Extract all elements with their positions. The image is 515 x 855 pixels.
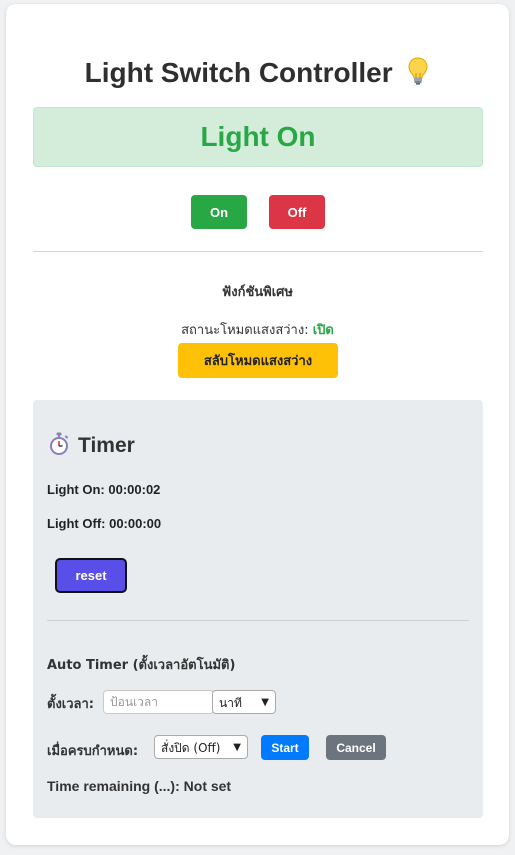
due-action-value: สั่งปิด (Off) xyxy=(161,741,221,755)
chevron-down-icon: ▼ xyxy=(261,697,269,708)
divider xyxy=(47,620,469,621)
light-mode-status: สถานะโหมดแสงสว่าง: เปิด xyxy=(6,319,509,340)
light-mode-label: สถานะโหมดแสงสว่าง: xyxy=(181,323,313,338)
light-mode-value: เปิด xyxy=(312,323,334,338)
stopwatch-icon xyxy=(50,432,69,455)
start-button[interactable]: Start xyxy=(261,735,309,760)
divider xyxy=(33,251,483,252)
chevron-down-icon: ▼ xyxy=(233,742,241,753)
off-button[interactable]: Off xyxy=(269,195,325,229)
reset-button[interactable]: reset xyxy=(55,558,127,593)
toggle-light-mode-button[interactable]: สลับโหมดแสงสว่าง xyxy=(178,343,338,378)
timer-heading: Timer xyxy=(48,432,135,458)
auto-timer-title: Auto Timer (ตั้งเวลาอัตโนมัติ) xyxy=(47,658,236,673)
time-input[interactable]: ป้อนเวลา xyxy=(103,690,214,714)
time-unit-select[interactable]: นาที ▼ xyxy=(212,690,276,714)
page-title: Light Switch Controller xyxy=(6,56,509,89)
light-on-value: 00:00:02 xyxy=(108,482,161,497)
controller-card: Light Switch Controller Light On On Off … xyxy=(6,4,509,845)
special-functions-title: ฟังก์ชันพิเศษ xyxy=(222,285,293,300)
cancel-button[interactable]: Cancel xyxy=(326,735,386,760)
light-status-banner: Light On xyxy=(33,107,483,167)
page-title-text: Light Switch Controller xyxy=(84,57,393,88)
light-on-label: Light On: xyxy=(47,482,109,497)
lightbulb-icon xyxy=(408,57,428,85)
time-unit-value: นาที xyxy=(219,696,242,710)
timer-heading-text: Timer xyxy=(78,434,135,457)
light-off-duration: Light Off: 00:00:00 xyxy=(47,516,161,531)
light-off-value: 00:00:00 xyxy=(109,516,162,531)
due-action-select[interactable]: สั่งปิด (Off) ▼ xyxy=(154,735,248,759)
when-due-label: เมื่อครบกำหนด: xyxy=(47,744,139,759)
light-on-duration: Light On: 00:00:02 xyxy=(47,482,160,497)
light-off-label: Light Off: xyxy=(47,516,110,531)
on-button[interactable]: On xyxy=(191,195,247,229)
time-remaining-text: Time remaining (...): Not set xyxy=(47,778,232,794)
timer-panel: Timer Light On: 00:00:02 Light Off: 00:0… xyxy=(33,400,483,818)
set-time-label: ตั้งเวลา: xyxy=(47,697,94,712)
